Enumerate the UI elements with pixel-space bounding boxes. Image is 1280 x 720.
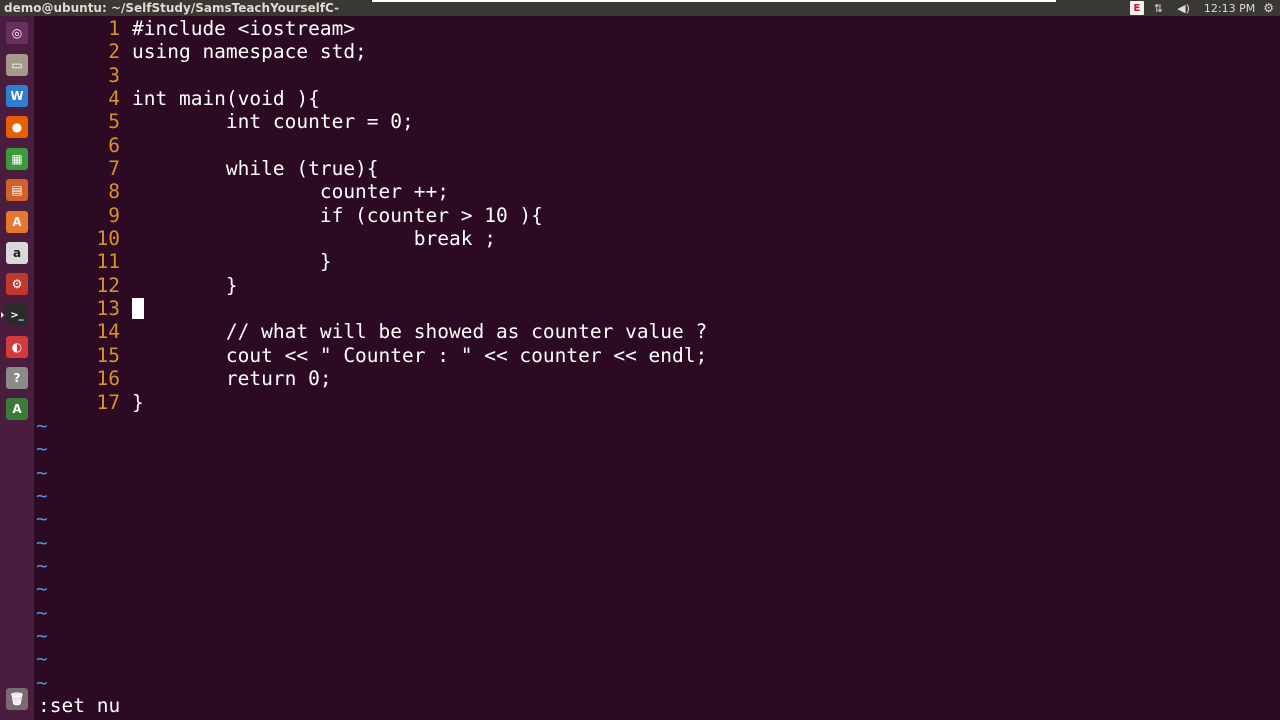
empty-line-tilde: ~	[36, 530, 48, 554]
line-number: 4	[108, 87, 120, 111]
code-line[interactable]: 8 counter ++;	[36, 180, 1280, 203]
empty-line-tilde: ~	[36, 413, 48, 437]
code-text: int main(void ){	[132, 87, 320, 111]
code-text: int counter = 0;	[132, 110, 414, 134]
settings-gear-icon[interactable]: ⚙	[1263, 0, 1274, 16]
system-settings-icon[interactable]: ⚙	[6, 273, 28, 295]
firefox-icon[interactable]: ●	[6, 116, 28, 138]
libreoffice-impress-icon[interactable]: ▤	[6, 179, 28, 201]
code-text: #include <iostream>	[132, 17, 356, 40]
files-icon[interactable]: ▭	[6, 54, 28, 76]
line-number: 3	[108, 63, 120, 87]
empty-line-tilde: ~	[36, 437, 48, 461]
code-line[interactable]: 3	[36, 64, 1280, 87]
code-text: }	[132, 273, 238, 297]
code-line[interactable]: 7 while (true){	[36, 157, 1280, 180]
line-number: 13	[96, 297, 120, 321]
code-text: break ;	[132, 227, 496, 251]
line-number: 9	[108, 203, 120, 227]
volume-icon[interactable]: ◀)	[1177, 0, 1190, 16]
code-text: while (true){	[132, 157, 379, 181]
code-line[interactable]: 9 if (counter > 10 ){	[36, 204, 1280, 227]
libreoffice-calc-icon[interactable]: ▦	[6, 148, 28, 170]
vim-editor[interactable]: 1 #include <iostream> 2 using namespace std…	[36, 17, 1280, 694]
software-center-icon[interactable]: A	[6, 211, 28, 233]
trash-icon[interactable]: 🗑	[6, 688, 28, 710]
code-line[interactable]: 11 }	[36, 250, 1280, 273]
help-icon[interactable]: ?	[6, 367, 28, 389]
code-text: if (counter > 10 ){	[132, 203, 543, 227]
code-text: return 0;	[132, 367, 332, 391]
empty-line-tilde: ~	[36, 623, 48, 647]
empty-line-tilde: ~	[36, 553, 48, 577]
pdf-viewer-icon[interactable]: ◐	[6, 336, 28, 358]
window-title: demo@ubuntu: ~/SelfStudy/SamsTeachYourse…	[4, 1, 340, 15]
code-line[interactable]: 5 int counter = 0;	[36, 110, 1280, 133]
terminal-icon[interactable]: >_	[1, 304, 28, 326]
empty-line-tilde: ~	[36, 483, 48, 507]
code-line[interactable]: 6	[36, 134, 1280, 157]
code-line[interactable]: 10 break ;	[36, 227, 1280, 250]
amazon-icon[interactable]: a	[6, 242, 28, 264]
code-line[interactable]: 1 #include <iostream>	[36, 17, 1280, 40]
empty-line-tilde: ~	[36, 577, 48, 601]
empty-line-tilde: ~	[36, 600, 48, 624]
line-number: 12	[96, 273, 120, 297]
code-line[interactable]: 12 }	[36, 274, 1280, 297]
line-number: 14	[96, 320, 120, 344]
line-number: 5	[108, 110, 120, 134]
top-panel: demo@ubuntu: ~/SelfStudy/SamsTeachYourse…	[0, 0, 1280, 16]
libreoffice-writer-icon[interactable]: W	[6, 85, 28, 107]
vim-command-line[interactable]: :set nu	[38, 694, 120, 717]
code-line[interactable]: 17}	[36, 391, 1280, 414]
code-line[interactable]: 15 cout << " Counter : " << counter << e…	[36, 344, 1280, 367]
system-tray: E ⇅ ◀) 12:13 PM ⚙	[1129, 0, 1280, 16]
code-line[interactable]: 2 using namespace std;	[36, 40, 1280, 63]
line-number: 16	[96, 367, 120, 391]
line-number: 7	[108, 157, 120, 181]
ubuntu-dash-icon[interactable]: ◎	[6, 22, 28, 44]
title-underline	[372, 0, 1056, 2]
line-number: 17	[96, 390, 120, 414]
line-number: 2	[108, 40, 120, 64]
code-text: }	[132, 250, 332, 274]
line-number: 6	[108, 133, 120, 157]
line-number: 1	[108, 17, 120, 40]
launcher: ◎ ▭ W ● ▦ ▤ Aa ⚙ >_ ◐? A 🗑	[0, 16, 34, 720]
clock[interactable]: 12:13 PM	[1204, 0, 1255, 16]
code-line[interactable]: 4 int main(void ){	[36, 87, 1280, 110]
empty-line-tilde: ~	[36, 507, 48, 531]
empty-line-tilde: ~	[36, 647, 48, 671]
empty-line-tilde: ~	[36, 670, 48, 694]
code-text: counter ++;	[132, 180, 449, 204]
network-icon[interactable]: ⇅	[1154, 0, 1163, 16]
line-number: 10	[96, 227, 120, 251]
text-cursor	[132, 298, 144, 320]
empty-line-tilde: ~	[36, 460, 48, 484]
code-text: }	[132, 390, 144, 414]
code-text: // what will be showed as counter value …	[132, 320, 708, 344]
keyboard-icon[interactable]: E	[1129, 1, 1144, 15]
code-line[interactable]: 13	[36, 297, 1280, 320]
code-line[interactable]: 16 return 0;	[36, 367, 1280, 390]
code-text: using namespace std;	[132, 40, 367, 64]
line-number: 11	[96, 250, 120, 274]
line-number: 15	[96, 343, 120, 367]
line-number: 8	[108, 180, 120, 204]
code-text: cout << " Counter : " << counter << endl…	[132, 343, 708, 367]
code-line[interactable]: 14 // what will be showed as counter val…	[36, 320, 1280, 343]
software-updater-icon[interactable]: A	[6, 398, 28, 420]
